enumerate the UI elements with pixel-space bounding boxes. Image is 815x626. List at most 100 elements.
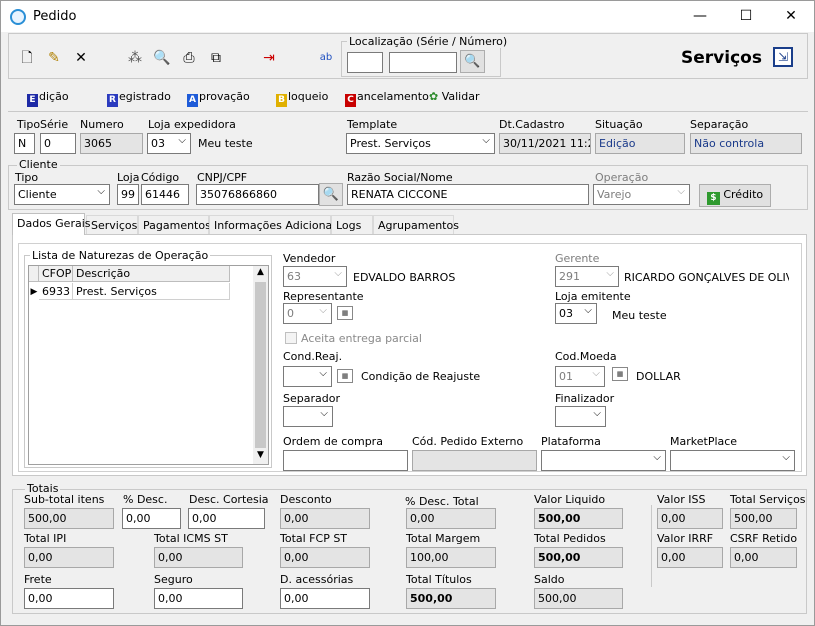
chevron-down-icon: ⌵ bbox=[677, 186, 685, 197]
separacao-label: Separação bbox=[690, 118, 749, 131]
desc-cortesia-input[interactable]: 0,00 bbox=[188, 508, 265, 529]
print-icon[interactable]: ⎙ bbox=[179, 48, 199, 68]
pct-desc-total-field: 0,00 bbox=[406, 508, 496, 529]
close-button[interactable]: ✕ bbox=[768, 1, 814, 32]
col-cfop-header[interactable]: CFOP bbox=[39, 266, 73, 282]
scroll-up-icon[interactable]: ▲ bbox=[253, 267, 268, 281]
seguro-input[interactable]: 0,00 bbox=[154, 588, 243, 609]
cliente-search-button[interactable]: 🔍 bbox=[319, 183, 343, 206]
cond-reaj-select[interactable]: ⌵ bbox=[283, 366, 332, 387]
cnpj-input[interactable]: 35076866860 bbox=[196, 184, 319, 205]
desconto-field: 0,00 bbox=[280, 508, 370, 529]
minimize-button[interactable]: — bbox=[677, 1, 723, 32]
valor-liquido-field: 500,00 bbox=[534, 508, 623, 529]
pct-desc-total-label: % Desc. Total bbox=[405, 495, 479, 508]
codigo-input[interactable]: 61446 bbox=[141, 184, 189, 205]
total-fcp-st-field: 0,00 bbox=[280, 547, 370, 568]
pct-desc-input[interactable]: 0,00 bbox=[122, 508, 181, 529]
tab-logs[interactable]: Logs bbox=[331, 215, 373, 235]
razao-input[interactable]: RENATA CICCONE bbox=[347, 184, 589, 205]
total-titulos-field: 500,00 bbox=[406, 588, 496, 609]
cnpj-label: CNPJ/CPF bbox=[197, 171, 248, 184]
d-acessorias-input[interactable]: 0,00 bbox=[280, 588, 370, 609]
spellcheck-icon[interactable]: ab bbox=[316, 48, 336, 68]
tipo-label: Tipo bbox=[17, 118, 41, 131]
representante-code: 0 bbox=[287, 307, 294, 320]
copy-icon[interactable]: ⧉ bbox=[206, 48, 226, 68]
loja-expedidora-select[interactable]: 03 ⌵ bbox=[147, 133, 191, 154]
title-bar: Pedido — ☐ ✕ bbox=[1, 1, 814, 32]
localizacao-numero-input[interactable] bbox=[389, 52, 457, 73]
saldo-label: Saldo bbox=[534, 573, 565, 586]
operacao-select: Varejo ⌵ bbox=[593, 184, 690, 205]
chevron-down-icon: ⌵ bbox=[319, 368, 327, 379]
aceita-checkbox[interactable] bbox=[285, 332, 297, 344]
tipo-input[interactable]: N bbox=[14, 133, 35, 154]
chevron-down-icon: ⌵ bbox=[334, 268, 342, 279]
exit-icon[interactable]: ⇲ bbox=[773, 47, 793, 67]
credito-button[interactable]: $ Crédito bbox=[699, 184, 771, 207]
tab-pagamentos[interactable]: Pagamentos bbox=[138, 215, 211, 235]
representante-calendar-icon[interactable]: ▦ bbox=[337, 306, 353, 320]
ordem-compra-input[interactable] bbox=[283, 450, 408, 471]
col-descricao-header[interactable]: Descrição bbox=[73, 266, 230, 282]
ordem-compra-label: Ordem de compra bbox=[283, 435, 383, 448]
cod-moeda-calendar-icon[interactable]: ▦ bbox=[612, 367, 628, 381]
loja-emitente-select[interactable]: 03 ⌵ bbox=[555, 303, 597, 324]
tab-dados-gerais[interactable]: Dados Gerais bbox=[12, 213, 91, 235]
serie-label: Série bbox=[40, 118, 69, 131]
finalizador-select[interactable]: ⌵ bbox=[555, 406, 606, 427]
search-icon: 🔍 bbox=[464, 54, 481, 69]
template-select[interactable]: Prest. Serviços ⌵ bbox=[346, 133, 495, 154]
bloqueio-badge-icon: B bbox=[276, 94, 287, 107]
bloqueio-action[interactable]: Bloqueio bbox=[276, 90, 328, 107]
d-acessorias-label: D. acessórias bbox=[280, 573, 354, 586]
scroll-down-icon[interactable]: ▼ bbox=[253, 450, 268, 464]
edicao-action[interactable]: Edição bbox=[27, 90, 69, 107]
search-icon: 🔍 bbox=[322, 187, 340, 202]
table-row-descricao[interactable]: Prest. Serviços bbox=[73, 283, 230, 300]
serie-input[interactable]: 0 bbox=[40, 133, 76, 154]
tab-servicos[interactable]: Serviços bbox=[86, 215, 138, 235]
loja-emitente-name: Meu teste bbox=[612, 309, 667, 322]
loja-emitente-code: 03 bbox=[559, 307, 573, 320]
maximize-button[interactable]: ☐ bbox=[723, 1, 769, 32]
desconto-label: Desconto bbox=[280, 493, 332, 506]
cliente-tipo-label: Tipo bbox=[15, 171, 39, 184]
representante-label: Representante bbox=[283, 290, 364, 303]
loja-label: Loja bbox=[117, 171, 140, 184]
frete-input[interactable]: 0,00 bbox=[24, 588, 114, 609]
aprovacao-action[interactable]: Aprovação bbox=[187, 90, 250, 107]
scroll-thumb[interactable] bbox=[255, 282, 266, 448]
cliente-tipo-select[interactable]: Cliente ⌵ bbox=[14, 184, 110, 205]
tab-agrupamentos[interactable]: Agrupamentos bbox=[373, 215, 459, 235]
new-document-icon[interactable]: 🗋 bbox=[17, 48, 37, 68]
loja-expedidora-desc: Meu teste bbox=[198, 137, 253, 150]
marketplace-select[interactable]: ⌵ bbox=[670, 450, 795, 471]
separador-select[interactable]: ⌵ bbox=[283, 406, 333, 427]
representante-select: 0 ⌵ bbox=[283, 303, 332, 324]
pct-desc-label: % Desc. bbox=[123, 493, 168, 506]
edit-document-icon[interactable]: ✎ bbox=[44, 48, 64, 68]
separacao-field: Não controla bbox=[690, 133, 802, 154]
loja-input[interactable]: 99 bbox=[117, 184, 139, 205]
subtotal-label: Sub-total itens bbox=[24, 493, 105, 506]
cond-reaj-calendar-icon[interactable]: ▦ bbox=[337, 369, 353, 383]
numero-label: Numero bbox=[80, 118, 124, 131]
preview-icon[interactable]: 🔍 bbox=[152, 48, 172, 68]
cancelamento-label: ancelamento bbox=[357, 90, 429, 103]
table-row-cfop[interactable]: 6933 bbox=[39, 283, 73, 300]
pedido-externo-label: Cód. Pedido Externo bbox=[412, 435, 524, 448]
cancelamento-action[interactable]: Cancelamento bbox=[345, 90, 429, 107]
tab-informacoes-adicionais[interactable]: Informações Adicionais bbox=[209, 215, 341, 235]
cliente-tipo-value: Cliente bbox=[18, 188, 57, 201]
plataforma-select[interactable]: ⌵ bbox=[541, 450, 666, 471]
export-icon[interactable]: ⇥ bbox=[259, 48, 279, 68]
row-indicator-icon: ▶ bbox=[30, 287, 38, 297]
validar-action[interactable]: ✿ Validar bbox=[429, 90, 480, 103]
delete-icon[interactable]: ✕ bbox=[71, 48, 91, 68]
localizacao-search-button[interactable]: 🔍 bbox=[460, 50, 485, 73]
magic-wand-icon[interactable]: ⁂ bbox=[125, 48, 145, 68]
localizacao-serie-input[interactable] bbox=[347, 52, 383, 73]
registrado-action[interactable]: Registrado bbox=[107, 90, 171, 107]
